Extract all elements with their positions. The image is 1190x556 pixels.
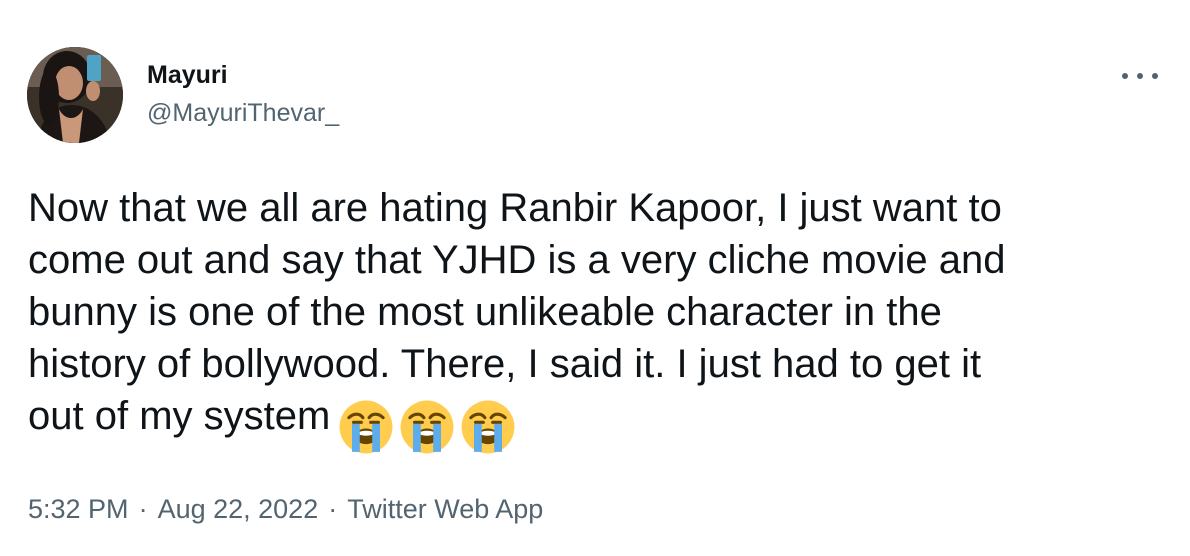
tweet-source-link[interactable]: Twitter Web App [347,494,543,524]
loudly-crying-face-icon [400,400,454,454]
tweet-text-line: history of bollywood. There, I said it. … [28,342,982,386]
tweet-text-line: Now that we all are hating Ranbir Kapoor… [28,186,1002,230]
tweet-text-line: come out and say that YJHD is a very cli… [28,238,1006,282]
avatar[interactable] [27,47,123,143]
tweet-text-line-last: out of my system [28,390,1178,455]
tweet-date-link[interactable]: Aug 22, 2022 [158,494,319,524]
more-options-button[interactable] [1122,66,1158,86]
meta-separator: · [138,494,148,524]
more-horizontal-icon [1137,73,1143,79]
author-handle[interactable]: @MayuriThevar_ [147,98,339,128]
tweet-text-line: out of my system [28,394,331,438]
tweet-card: Mayuri @MayuriThevar_ Now that we all ar… [0,0,1190,556]
more-horizontal-icon [1152,73,1158,79]
meta-separator: · [328,494,338,524]
loudly-crying-face-icon [461,400,515,454]
loudly-crying-face-icon [339,400,393,454]
tweet-text: Now that we all are hating Ranbir Kapoor… [28,182,1178,455]
emoji-group [338,399,521,455]
more-horizontal-icon [1122,73,1128,79]
tweet-meta: 5:32 PM · Aug 22, 2022 · Twitter Web App [28,492,543,526]
profile-photo-icon [27,47,123,143]
tweet-time-link[interactable]: 5:32 PM [28,494,129,524]
author-display-name[interactable]: Mayuri [147,60,228,90]
tweet-text-line: bunny is one of the most unlikeable char… [28,290,942,334]
